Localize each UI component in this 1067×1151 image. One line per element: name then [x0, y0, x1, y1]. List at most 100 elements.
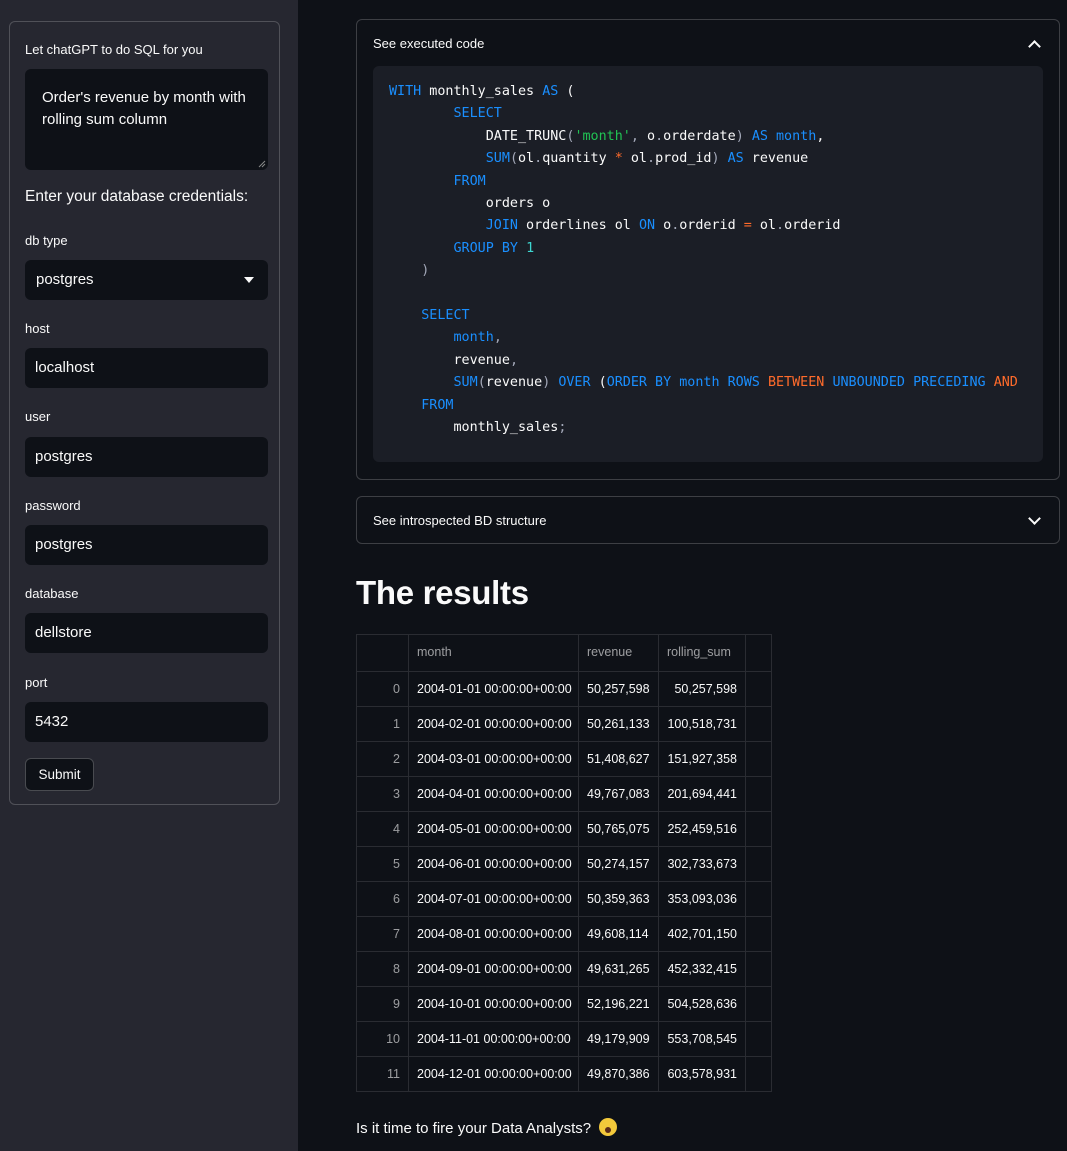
- table-row[interactable]: 4 2004-05-01 00:00:00+00:00 50,765,075 252,…: [357, 811, 771, 846]
- code-block: WITH monthly_sales AS ( SELECT DATE_TRUN…: [373, 66, 1043, 462]
- user-input[interactable]: postgres: [25, 437, 268, 477]
- month-cell: 2004-10-01 00:00:00+00:00: [408, 987, 578, 1021]
- table-spacer: [745, 952, 771, 986]
- credentials-heading: Enter your database credentials:: [25, 188, 249, 205]
- resize-handle-icon[interactable]: [258, 160, 266, 168]
- revenue-cell: 49,631,265: [578, 952, 658, 986]
- sidebar: Let chatGPT to do SQL for you Order's re…: [0, 0, 298, 1151]
- table-spacer: [745, 917, 771, 951]
- table-row[interactable]: 6 2004-07-01 00:00:00+00:00 50,359,363 353,…: [357, 881, 771, 916]
- table-row[interactable]: 3 2004-04-01 00:00:00+00:00 49,767,083 201,…: [357, 776, 771, 811]
- table-row[interactable]: 0 2004-01-01 00:00:00+00:00 50,257,598 50,2…: [357, 671, 771, 706]
- password-label: password: [25, 498, 81, 513]
- rolling-sum-cell: 504,528,636: [658, 987, 745, 1021]
- table-row[interactable]: 10 2004-11-01 00:00:00+00:00 49,179,909 553…: [357, 1021, 771, 1056]
- database-input[interactable]: dellstore: [25, 613, 268, 653]
- chevron-down-icon[interactable]: [1028, 512, 1041, 525]
- db-type-select[interactable]: postgres: [25, 260, 268, 300]
- row-index: 8: [393, 962, 400, 976]
- row-index: 9: [393, 997, 400, 1011]
- user-label: user: [25, 409, 51, 424]
- bd-structure-header[interactable]: See introspected BD structure: [373, 513, 546, 528]
- rolling-sum-cell: 353,093,036: [658, 882, 745, 916]
- row-index: 0: [393, 682, 400, 696]
- prompt-label: Let chatGPT to do SQL for you: [25, 42, 203, 57]
- table-row[interactable]: 5 2004-06-01 00:00:00+00:00 50,274,157 302,…: [357, 846, 771, 881]
- row-index: 5: [393, 857, 400, 871]
- table-spacer: [745, 635, 771, 671]
- month-cell: 2004-12-01 00:00:00+00:00: [408, 1057, 578, 1091]
- table-row[interactable]: 11 2004-12-01 00:00:00+00:00 49,870,386 603…: [357, 1056, 771, 1091]
- month-cell: 2004-04-01 00:00:00+00:00: [408, 777, 578, 811]
- table-spacer: [745, 742, 771, 776]
- rolling-sum-cell: 603,578,931: [658, 1057, 745, 1091]
- revenue-cell: 49,767,083: [578, 777, 658, 811]
- results-table[interactable]: month revenue rolling_sum 0 2004-01-01 00:00…: [356, 634, 772, 1092]
- row-index: 7: [393, 927, 400, 941]
- executed-code-expander: See executed code WITH monthly_sales AS …: [356, 19, 1060, 480]
- rolling-sum-cell: 402,701,150: [658, 917, 745, 951]
- table-row[interactable]: 1 2004-02-01 00:00:00+00:00 50,261,133 100,…: [357, 706, 771, 741]
- scream-emoji-icon: [599, 1118, 618, 1136]
- month-cell: 2004-08-01 00:00:00+00:00: [408, 917, 578, 951]
- table-row[interactable]: 9 2004-10-01 00:00:00+00:00 52,196,221 504,…: [357, 986, 771, 1021]
- table-spacer: [745, 847, 771, 881]
- row-index: 11: [387, 1067, 400, 1081]
- table-spacer: [745, 672, 771, 706]
- table-row[interactable]: 8 2004-09-01 00:00:00+00:00 49,631,265 452,…: [357, 951, 771, 986]
- table-spacer: [745, 1057, 771, 1091]
- port-label: port: [25, 675, 48, 690]
- chevron-up-icon[interactable]: [1028, 40, 1041, 53]
- rolling-sum-cell: 302,733,673: [658, 847, 745, 881]
- revenue-cell: 49,179,909: [578, 1022, 658, 1056]
- table-spacer: [745, 707, 771, 741]
- month-cell: 2004-01-01 00:00:00+00:00: [408, 672, 578, 706]
- row-index: 4: [393, 822, 400, 836]
- table-row[interactable]: 2 2004-03-01 00:00:00+00:00 51,408,627 151,…: [357, 741, 771, 776]
- column-header-revenue: revenue: [578, 635, 658, 671]
- caret-down-icon: [244, 277, 254, 283]
- revenue-cell: 52,196,221: [578, 987, 658, 1021]
- rolling-sum-cell: 452,332,415: [658, 952, 745, 986]
- rolling-sum-cell: 151,927,358: [658, 742, 745, 776]
- table-spacer: [745, 812, 771, 846]
- row-index: 2: [393, 752, 400, 766]
- rolling-sum-cell: 100,518,731: [658, 707, 745, 741]
- month-cell: 2004-02-01 00:00:00+00:00: [408, 707, 578, 741]
- db-type-value: postgres: [36, 271, 94, 288]
- prompt-textarea[interactable]: Order's revenue by month with rolling su…: [25, 69, 268, 170]
- host-input[interactable]: localhost: [25, 348, 268, 388]
- results-title: The results: [356, 574, 529, 611]
- port-input[interactable]: 5432: [25, 702, 268, 742]
- table-spacer: [745, 777, 771, 811]
- db-type-label: db type: [25, 233, 68, 248]
- revenue-cell: 50,274,157: [578, 847, 658, 881]
- month-cell: 2004-03-01 00:00:00+00:00: [408, 742, 578, 776]
- table-spacer: [745, 1022, 771, 1056]
- revenue-cell: 50,765,075: [578, 812, 658, 846]
- revenue-cell: 50,359,363: [578, 882, 658, 916]
- table-spacer: [745, 882, 771, 916]
- database-label: database: [25, 586, 79, 601]
- revenue-cell: 51,408,627: [578, 742, 658, 776]
- host-label: host: [25, 321, 50, 336]
- footer-text: Is it time to fire your Data Analysts?: [356, 1120, 592, 1137]
- table-row[interactable]: 7 2004-08-01 00:00:00+00:00 49,608,114 402,…: [357, 916, 771, 951]
- row-index: 6: [393, 892, 400, 906]
- bd-structure-expander[interactable]: See introspected BD structure: [356, 496, 1060, 544]
- submit-button[interactable]: Submit: [25, 758, 94, 791]
- index-header: [357, 635, 408, 671]
- column-header-rolling-sum: rolling_sum: [658, 635, 745, 671]
- rolling-sum-cell: 553,708,545: [658, 1022, 745, 1056]
- table-header-row: month revenue rolling_sum: [357, 635, 771, 671]
- sql-code: WITH monthly_sales AS ( SELECT DATE_TRUN…: [389, 84, 1018, 436]
- column-header-month: month: [408, 635, 578, 671]
- revenue-cell: 50,257,598: [578, 672, 658, 706]
- password-input[interactable]: postgres: [25, 525, 268, 565]
- row-index: 1: [393, 717, 400, 731]
- month-cell: 2004-11-01 00:00:00+00:00: [408, 1022, 578, 1056]
- month-cell: 2004-07-01 00:00:00+00:00: [408, 882, 578, 916]
- month-cell: 2004-05-01 00:00:00+00:00: [408, 812, 578, 846]
- rolling-sum-cell: 201,694,441: [658, 777, 745, 811]
- executed-code-header[interactable]: See executed code: [373, 36, 484, 51]
